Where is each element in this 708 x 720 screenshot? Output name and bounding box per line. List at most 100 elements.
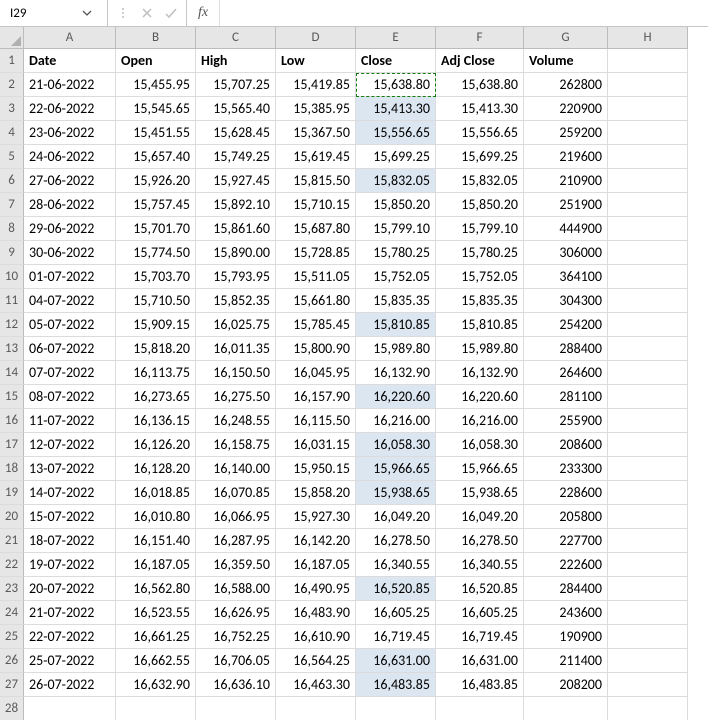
select-all-corner[interactable] [0, 27, 24, 49]
cell-H5[interactable] [608, 145, 688, 169]
cell-G28[interactable] [524, 697, 608, 720]
cell-A23[interactable]: 20-07-2022 [24, 577, 116, 601]
row-header-18[interactable]: 18 [0, 457, 24, 481]
cell-F28[interactable] [436, 697, 524, 720]
column-header-B[interactable]: B [116, 27, 196, 49]
cell-F3[interactable]: 15,413.30 [436, 97, 524, 121]
cell-G20[interactable]: 205800 [524, 505, 608, 529]
cell-C6[interactable]: 15,927.45 [196, 169, 276, 193]
cell-C15[interactable]: 16,275.50 [196, 385, 276, 409]
cell-C8[interactable]: 15,861.60 [196, 217, 276, 241]
cell-G15[interactable]: 281100 [524, 385, 608, 409]
column-header-H[interactable]: H [608, 27, 688, 49]
cell-C25[interactable]: 16,752.25 [196, 625, 276, 649]
cell-F1[interactable]: Adj Close [436, 49, 524, 73]
cell-F2[interactable]: 15,638.80 [436, 73, 524, 97]
cell-A2[interactable]: 21-06-2022 [24, 73, 116, 97]
cell-H25[interactable] [608, 625, 688, 649]
row-header-12[interactable]: 12 [0, 313, 24, 337]
cell-H11[interactable] [608, 289, 688, 313]
row-header-19[interactable]: 19 [0, 481, 24, 505]
cell-G27[interactable]: 208200 [524, 673, 608, 697]
cell-B16[interactable]: 16,136.15 [116, 409, 196, 433]
cell-E25[interactable]: 16,719.45 [356, 625, 436, 649]
cell-A16[interactable]: 11-07-2022 [24, 409, 116, 433]
cell-E14[interactable]: 16,132.90 [356, 361, 436, 385]
cell-E4[interactable]: 15,556.65 [356, 121, 436, 145]
cell-D12[interactable]: 15,785.45 [276, 313, 356, 337]
row-header-6[interactable]: 6 [0, 169, 24, 193]
cell-F25[interactable]: 16,719.45 [436, 625, 524, 649]
cell-E12[interactable]: 15,810.85 [356, 313, 436, 337]
cell-G11[interactable]: 304300 [524, 289, 608, 313]
cell-D11[interactable]: 15,661.80 [276, 289, 356, 313]
cell-B22[interactable]: 16,187.05 [116, 553, 196, 577]
cell-D22[interactable]: 16,187.05 [276, 553, 356, 577]
cell-G24[interactable]: 243600 [524, 601, 608, 625]
cell-C19[interactable]: 16,070.85 [196, 481, 276, 505]
cell-H26[interactable] [608, 649, 688, 673]
cell-H10[interactable] [608, 265, 688, 289]
cell-G19[interactable]: 228600 [524, 481, 608, 505]
cell-H8[interactable] [608, 217, 688, 241]
cell-F11[interactable]: 15,835.35 [436, 289, 524, 313]
cell-B15[interactable]: 16,273.65 [116, 385, 196, 409]
row-header-16[interactable]: 16 [0, 409, 24, 433]
cell-B17[interactable]: 16,126.20 [116, 433, 196, 457]
cell-G6[interactable]: 210900 [524, 169, 608, 193]
cell-D25[interactable]: 16,610.90 [276, 625, 356, 649]
cell-A9[interactable]: 30-06-2022 [24, 241, 116, 265]
cell-C22[interactable]: 16,359.50 [196, 553, 276, 577]
cell-F14[interactable]: 16,132.90 [436, 361, 524, 385]
cell-H19[interactable] [608, 481, 688, 505]
row-header-11[interactable]: 11 [0, 289, 24, 313]
cell-C9[interactable]: 15,890.00 [196, 241, 276, 265]
cell-A4[interactable]: 23-06-2022 [24, 121, 116, 145]
cell-D28[interactable] [276, 697, 356, 720]
row-header-10[interactable]: 10 [0, 265, 24, 289]
cell-D1[interactable]: Low [276, 49, 356, 73]
cell-D9[interactable]: 15,728.85 [276, 241, 356, 265]
cell-C11[interactable]: 15,852.35 [196, 289, 276, 313]
cell-C4[interactable]: 15,628.45 [196, 121, 276, 145]
cell-B1[interactable]: Open [116, 49, 196, 73]
cell-H9[interactable] [608, 241, 688, 265]
cell-F26[interactable]: 16,631.00 [436, 649, 524, 673]
cell-E15[interactable]: 16,220.60 [356, 385, 436, 409]
cell-D13[interactable]: 15,800.90 [276, 337, 356, 361]
cell-A15[interactable]: 08-07-2022 [24, 385, 116, 409]
cell-B19[interactable]: 16,018.85 [116, 481, 196, 505]
cell-C10[interactable]: 15,793.95 [196, 265, 276, 289]
row-header-28[interactable]: 28 [0, 697, 24, 720]
cell-G16[interactable]: 255900 [524, 409, 608, 433]
cell-G14[interactable]: 264600 [524, 361, 608, 385]
cell-D14[interactable]: 16,045.95 [276, 361, 356, 385]
cell-G2[interactable]: 262800 [524, 73, 608, 97]
cell-D10[interactable]: 15,511.05 [276, 265, 356, 289]
cell-H2[interactable] [608, 73, 688, 97]
cell-D6[interactable]: 15,815.50 [276, 169, 356, 193]
row-header-9[interactable]: 9 [0, 241, 24, 265]
column-header-G[interactable]: G [524, 27, 608, 49]
cell-F6[interactable]: 15,832.05 [436, 169, 524, 193]
cell-F17[interactable]: 16,058.30 [436, 433, 524, 457]
column-header-E[interactable]: E [356, 27, 436, 49]
cell-B2[interactable]: 15,455.95 [116, 73, 196, 97]
cell-E8[interactable]: 15,799.10 [356, 217, 436, 241]
cell-H7[interactable] [608, 193, 688, 217]
column-header-A[interactable]: A [24, 27, 116, 49]
cell-F13[interactable]: 15,989.80 [436, 337, 524, 361]
cell-E17[interactable]: 16,058.30 [356, 433, 436, 457]
cell-G13[interactable]: 288400 [524, 337, 608, 361]
cell-F22[interactable]: 16,340.55 [436, 553, 524, 577]
cell-B4[interactable]: 15,451.55 [116, 121, 196, 145]
cell-E23[interactable]: 16,520.85 [356, 577, 436, 601]
cell-D24[interactable]: 16,483.90 [276, 601, 356, 625]
cell-E26[interactable]: 16,631.00 [356, 649, 436, 673]
cell-G18[interactable]: 233300 [524, 457, 608, 481]
cell-B25[interactable]: 16,661.25 [116, 625, 196, 649]
cell-F27[interactable]: 16,483.85 [436, 673, 524, 697]
cell-B11[interactable]: 15,710.50 [116, 289, 196, 313]
cell-C5[interactable]: 15,749.25 [196, 145, 276, 169]
cell-A8[interactable]: 29-06-2022 [24, 217, 116, 241]
